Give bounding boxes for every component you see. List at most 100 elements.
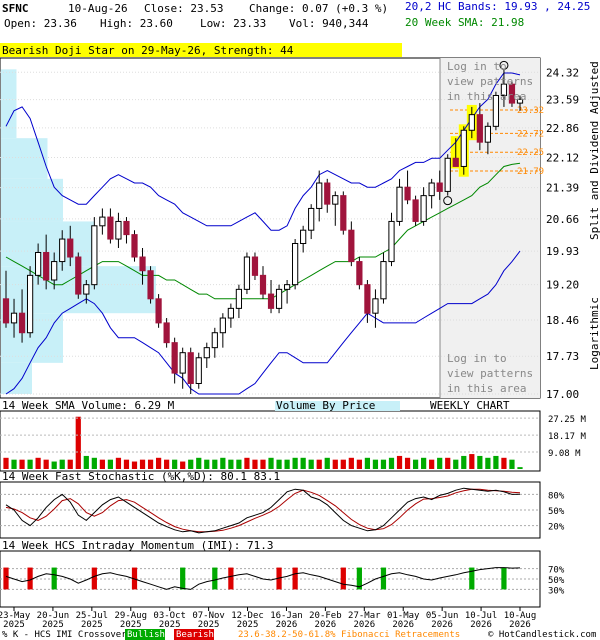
bullish-crossover-bar-2 xyxy=(212,567,218,590)
x-tick-year-10: 2026 xyxy=(392,620,414,630)
volume-bar-41 xyxy=(332,459,338,469)
candle-body-38 xyxy=(308,207,315,231)
candle-body-60 xyxy=(484,125,491,143)
volume-bar-4 xyxy=(35,457,41,469)
candle-body-55 xyxy=(444,157,451,192)
candle-body-57 xyxy=(460,129,467,167)
candle-body-15 xyxy=(123,220,130,236)
candle-body-20 xyxy=(163,322,170,344)
volume-bar-57 xyxy=(461,455,467,469)
volume-panel: 14 Week SMA Volume: 6.29 M Volume By Pri… xyxy=(0,399,587,472)
price-tick-label-2: 22.86 xyxy=(546,122,579,135)
volume-bar-37 xyxy=(300,457,306,469)
stochastic-tick-label-1: 50% xyxy=(548,507,565,517)
x-tick-year-7: 2026 xyxy=(276,620,298,630)
fib-label-2: 22.25 xyxy=(517,148,544,158)
candle-body-56 xyxy=(452,157,459,167)
bearish-crossover-bar-1 xyxy=(27,567,33,590)
price-tick-label-9: 17.73 xyxy=(546,350,579,363)
candle-body-6 xyxy=(51,261,58,281)
candle-body-34 xyxy=(275,288,283,309)
price-tick-label-4: 21.39 xyxy=(546,182,579,195)
watermark-bottom-line-3: in this area xyxy=(447,382,526,395)
adjusted-label: Split and Dividend Adjusted xyxy=(588,61,600,240)
bearish-legend-label: Bearish xyxy=(176,630,214,640)
candle-body-14 xyxy=(115,220,122,240)
x-tick-year-6: 2025 xyxy=(237,620,259,630)
volume-bar-49 xyxy=(396,455,403,469)
price-tick-label-10: 17.00 xyxy=(546,388,579,401)
volume-bar-16 xyxy=(131,461,138,469)
open-value: Open: 23.36 xyxy=(4,17,77,30)
volume-bar-26 xyxy=(212,459,218,469)
volume-bar-0 xyxy=(3,457,9,469)
volume-bar-15 xyxy=(123,459,130,469)
volume-bar-53 xyxy=(429,459,435,469)
volume-bar-40 xyxy=(324,457,330,469)
price-tick-label-3: 22.12 xyxy=(546,151,579,164)
volume-bar-7 xyxy=(59,459,65,469)
volume-bar-31 xyxy=(252,459,258,469)
volume-bar-59 xyxy=(477,455,483,469)
bearish-crossover-bar-4 xyxy=(228,567,234,590)
volume-bar-2 xyxy=(19,459,25,469)
volume-bar-50 xyxy=(404,457,411,469)
bearish-crossover-bar-0 xyxy=(3,567,9,590)
candle-body-24 xyxy=(195,357,202,384)
volume-bar-46 xyxy=(372,459,379,469)
imi-tick-label-0: 70% xyxy=(548,566,565,576)
volume-bar-44 xyxy=(356,459,362,469)
volume-bar-3 xyxy=(27,459,33,469)
candle-body-40 xyxy=(324,182,331,205)
price-tick-label-5: 20.66 xyxy=(546,213,579,226)
volume-by-price-label: Volume By Price xyxy=(276,399,375,412)
candle-body-12 xyxy=(99,216,106,227)
volume-bar-64 xyxy=(517,467,523,469)
volume-bar-38 xyxy=(308,459,314,469)
candle-body-51 xyxy=(412,199,419,222)
candle-body-26 xyxy=(211,332,218,349)
candle-body-4 xyxy=(35,251,42,276)
volume-tick-label-1: 18.17 M xyxy=(548,432,587,442)
candle-body-28 xyxy=(227,307,234,319)
vbp-bar-0 xyxy=(1,69,17,100)
candle-body-47 xyxy=(380,261,387,300)
stock-chart: SFNC 10-Aug-26 Close: 23.53 Change: 0.07… xyxy=(0,0,600,640)
volume-bar-10 xyxy=(83,455,89,469)
bullish-crossover-bar-0 xyxy=(51,567,57,590)
fib-label-3: 21.79 xyxy=(517,167,544,177)
volume-bar-43 xyxy=(348,457,354,469)
candle-body-21 xyxy=(171,342,178,374)
weekly-chart-label: WEEKLY CHART xyxy=(430,399,510,412)
candle-body-3 xyxy=(26,274,34,334)
candle-body-46 xyxy=(372,298,379,314)
candle-body-30 xyxy=(243,256,251,290)
stochastic-title: 14 Week Fast Stochastic (%K,%D): 80.1 83… xyxy=(2,470,280,483)
candle-body-43 xyxy=(348,229,355,263)
volume-bar-9 xyxy=(75,416,81,469)
candle-body-33 xyxy=(267,293,275,309)
volume-bar-25 xyxy=(204,459,210,469)
low-value: Low: 23.33 xyxy=(200,17,266,30)
candle-body-49 xyxy=(396,186,403,222)
volume-bar-29 xyxy=(236,459,242,469)
price-tick-label-7: 19.20 xyxy=(546,279,579,292)
volume-bar-23 xyxy=(188,459,194,469)
price-axis-labels: 24.32 23.59 22.86 22.12 21.39 20.66 19.93 19.20… xyxy=(546,66,579,401)
bullish-legend-label: Bullish xyxy=(127,630,165,640)
stochastic-tick-label-0: 80% xyxy=(548,491,565,501)
hc-bands-value: 20,2 HC Bands: 19.93 , 24.25 xyxy=(405,0,590,13)
candle-body-0 xyxy=(2,298,10,324)
volume-bar-42 xyxy=(340,459,346,469)
watermark-top-line-1: Log in to xyxy=(447,60,507,73)
volume-bar-55 xyxy=(445,457,451,469)
volume-title: 14 Week SMA Volume: 6.29 M xyxy=(2,399,175,412)
candle-body-50 xyxy=(404,186,411,201)
x-tick-year-12: 2026 xyxy=(470,620,492,630)
imi-title: 14 Week HCS Intraday Momentum (IMI): 71.… xyxy=(2,539,274,552)
watermark-bottom-line-1: Log in to xyxy=(447,352,507,365)
volume-bar-35 xyxy=(284,459,290,469)
candle-body-22 xyxy=(179,352,186,374)
price-tick-label-1: 23.59 xyxy=(546,94,579,107)
volume-bar-39 xyxy=(316,459,322,469)
